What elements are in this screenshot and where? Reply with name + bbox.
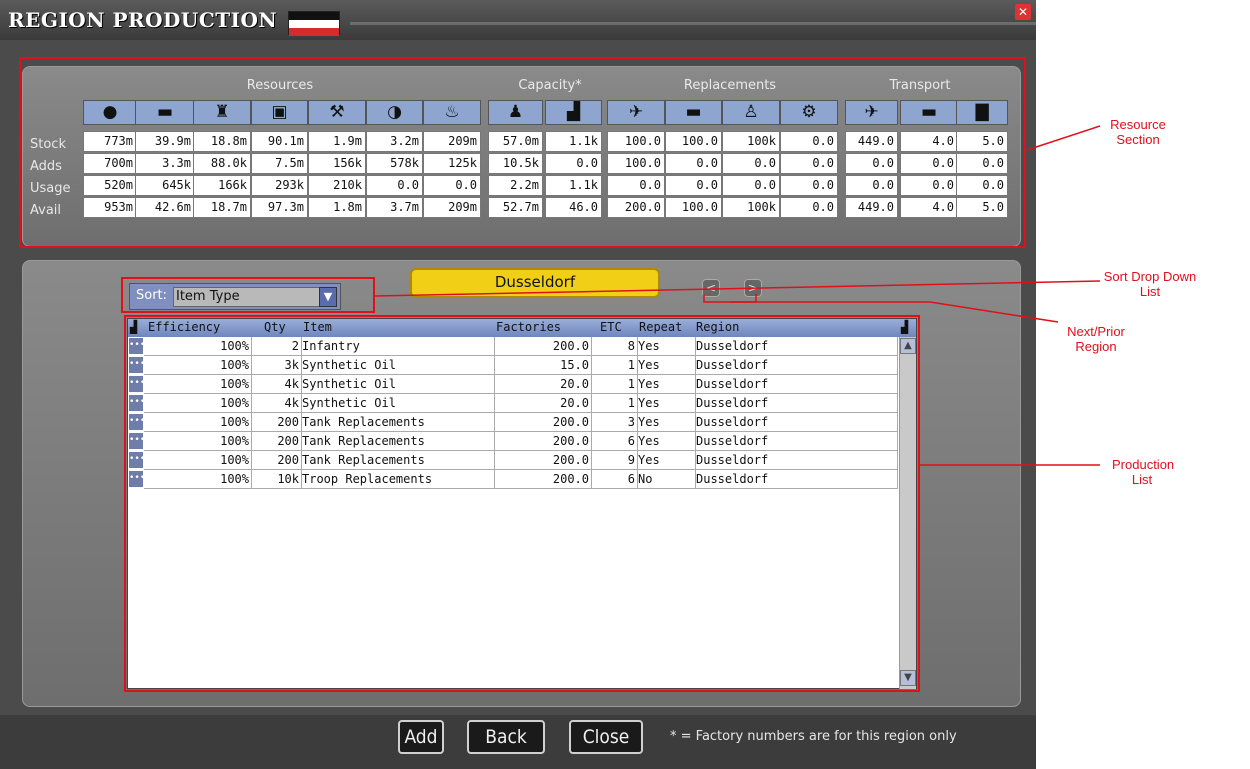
annotation-next-prior: Next/Prior Region	[1067, 324, 1125, 354]
close-window-icon[interactable]: ✕	[1015, 4, 1031, 20]
region-production-window: REGION PRODUCTION ✕ Resources Capacity* …	[0, 0, 1036, 769]
region-name: Dusseldorf	[410, 268, 660, 298]
back-button[interactable]: Back	[467, 720, 545, 754]
close-button[interactable]: Close	[569, 720, 643, 754]
annotation-sort: Sort Drop Down List	[1103, 269, 1197, 299]
title-divider	[350, 22, 1036, 25]
window-title: REGION PRODUCTION	[8, 8, 278, 32]
sort-highlight	[121, 277, 375, 313]
resource-section-highlight	[19, 57, 1026, 248]
flag-stripe-white	[289, 20, 339, 28]
prior-region-button[interactable]: <	[702, 279, 720, 297]
annotation-resource-section: Resource Section	[1110, 117, 1166, 147]
add-button[interactable]: Add	[398, 720, 444, 754]
footnote: * = Factory numbers are for this region …	[670, 729, 957, 744]
next-region-button[interactable]: >	[744, 279, 762, 297]
title-bar: REGION PRODUCTION ✕	[0, 0, 1036, 40]
annotation-production-list: Production List	[1112, 457, 1175, 487]
production-list-highlight	[124, 315, 920, 692]
flag-stripe-black	[289, 12, 339, 20]
flag-stripe-red	[289, 28, 339, 36]
flag-icon	[288, 11, 340, 36]
